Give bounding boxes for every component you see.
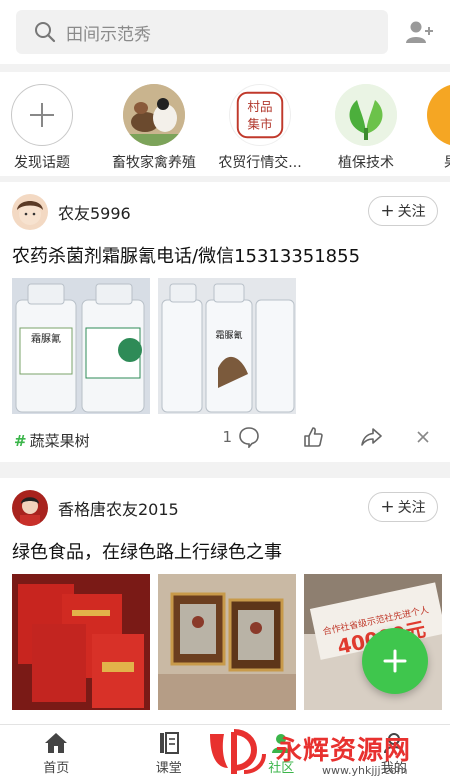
topic-label: 畜牧家禽养殖	[112, 155, 196, 171]
post-actions: 1	[200, 426, 430, 448]
post-author[interactable]: 农友5996	[12, 194, 131, 230]
username[interactable]: 农友5996	[58, 200, 131, 224]
follow-button[interactable]: + 关注	[368, 196, 438, 226]
topic-tag-label: 蔬菜果树	[29, 432, 90, 450]
nav-label: 社区	[268, 760, 295, 776]
search-icon	[35, 22, 56, 43]
post-image[interactable]: 霜脲氰	[12, 278, 150, 414]
comment-button[interactable]: 1	[222, 426, 260, 448]
avatar[interactable]	[12, 490, 48, 526]
search-input[interactable]: 田间示范秀	[16, 10, 388, 54]
thumbs-up-icon	[304, 427, 323, 447]
topic-label: 发现话题	[14, 155, 70, 171]
share-button[interactable]	[360, 426, 382, 448]
nav-profile[interactable]: 我的	[338, 725, 450, 782]
market-logo: 村品 集市	[229, 84, 291, 146]
header: 田间示范秀	[0, 0, 450, 64]
nav-label: 我的	[380, 760, 407, 776]
bottle-label: 霜脲氰	[31, 332, 61, 345]
nav-home[interactable]: 首页	[0, 725, 113, 782]
topic-market[interactable]: 村品 集市 农贸行情交...	[210, 84, 310, 172]
plus-icon	[11, 84, 73, 146]
topic-label: 植保技术	[338, 155, 394, 171]
bottle-label: 霜脲氰	[215, 329, 242, 341]
fruit-image	[427, 84, 450, 146]
app-page: 田间示范秀 发现话题 畜牧家禽养殖 村品 集市 农贸行情交... 植保技术 农友…	[0, 0, 450, 782]
follow-label: 关注	[397, 204, 426, 220]
hash-icon: #	[14, 432, 27, 450]
svg-text:村品: 村品	[247, 99, 272, 114]
topic-fruit[interactable]: 果蔬	[408, 84, 450, 172]
topic-label: 农贸行情交...	[218, 155, 302, 171]
close-icon	[417, 431, 429, 443]
dismiss-button[interactable]	[416, 430, 430, 444]
like-button[interactable]	[302, 426, 324, 448]
topic-livestock[interactable]: 畜牧家禽养殖	[104, 84, 204, 172]
topic-strip: 发现话题 畜牧家禽养殖 村品 集市 农贸行情交... 植保技术	[0, 72, 450, 176]
class-icon	[159, 731, 179, 754]
nav-class[interactable]: 课堂	[113, 725, 226, 782]
post-image[interactable]	[158, 574, 296, 710]
follow-button[interactable]: + 关注	[368, 492, 438, 522]
livestock-image	[123, 84, 185, 146]
add-friend-icon[interactable]	[406, 20, 434, 44]
svg-text:集市: 集市	[247, 117, 272, 132]
community-icon	[272, 733, 291, 753]
profile-icon	[383, 732, 404, 753]
comment-icon	[239, 427, 259, 448]
plus-icon	[383, 649, 407, 673]
create-post-button[interactable]	[362, 628, 428, 694]
home-icon	[45, 732, 68, 753]
topic-label: 果蔬	[408, 152, 450, 172]
search-placeholder: 田间示范秀	[66, 24, 151, 45]
leaf-image	[335, 84, 397, 146]
avatar[interactable]	[12, 194, 48, 230]
post-card[interactable]: 农友5996 + 关注 农药杀菌剂霜脲氰电话/微信15313351855 霜脲氰	[0, 182, 450, 462]
comment-count: 1	[222, 428, 232, 446]
share-icon	[361, 428, 382, 446]
username[interactable]: 香格唐农友2015	[58, 496, 179, 520]
post-image[interactable]: 霜脲氰	[158, 278, 296, 414]
nav-label: 首页	[43, 760, 70, 776]
post-images: 霜脲氰 霜脲氰	[12, 278, 296, 414]
nav-label: 课堂	[155, 760, 182, 776]
topic-tag[interactable]: # 蔬菜果树	[14, 430, 90, 451]
plus-icon: +	[380, 201, 395, 221]
post-image[interactable]	[12, 574, 150, 710]
topic-plant-protection[interactable]: 植保技术	[316, 84, 416, 172]
post-author[interactable]: 香格唐农友2015	[12, 490, 179, 526]
plus-icon: +	[380, 497, 395, 517]
follow-label: 关注	[397, 500, 426, 516]
post-title[interactable]: 农药杀菌剂霜脲氰电话/微信15313351855	[12, 242, 360, 268]
post-title[interactable]: 绿色食品，在绿色路上行绿色之事	[12, 538, 282, 564]
topic-discover[interactable]: 发现话题	[0, 84, 92, 172]
nav-community[interactable]: 社区	[225, 725, 338, 782]
bottom-nav: 首页 课堂 社区 我的	[0, 724, 450, 782]
